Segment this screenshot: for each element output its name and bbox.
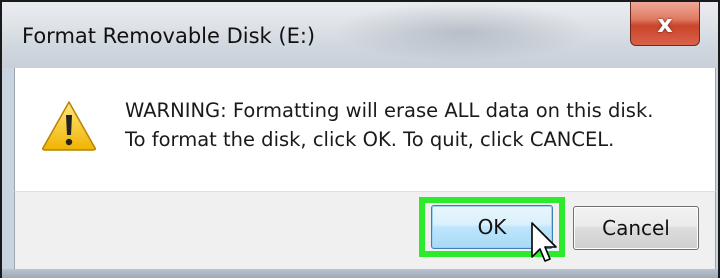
- warning-message-line1: WARNING: Formatting will erase ALL data …: [125, 99, 654, 122]
- title-bar-background: [332, 2, 592, 62]
- warning-message-line2: To format the disk, click OK. To quit, c…: [125, 128, 615, 151]
- close-icon: x: [657, 9, 673, 38]
- warning-message: WARNING: Formatting will erase ALL data …: [125, 96, 653, 154]
- cancel-button[interactable]: Cancel: [573, 206, 699, 250]
- dialog-title: Format Removable Disk (E:): [22, 24, 316, 48]
- dialog-content: WARNING: Formatting will erase ALL data …: [14, 68, 716, 191]
- window-bottom-border: [2, 269, 718, 278]
- button-bar: OK Cancel: [14, 191, 716, 270]
- title-bar[interactable]: Format Removable Disk (E:) x: [2, 2, 718, 68]
- mouse-cursor-icon: [531, 222, 557, 262]
- format-dialog-window: Format Removable Disk (E:) x WARNING: Fo…: [0, 0, 720, 278]
- close-button[interactable]: x: [630, 2, 700, 46]
- warning-icon: [42, 101, 96, 151]
